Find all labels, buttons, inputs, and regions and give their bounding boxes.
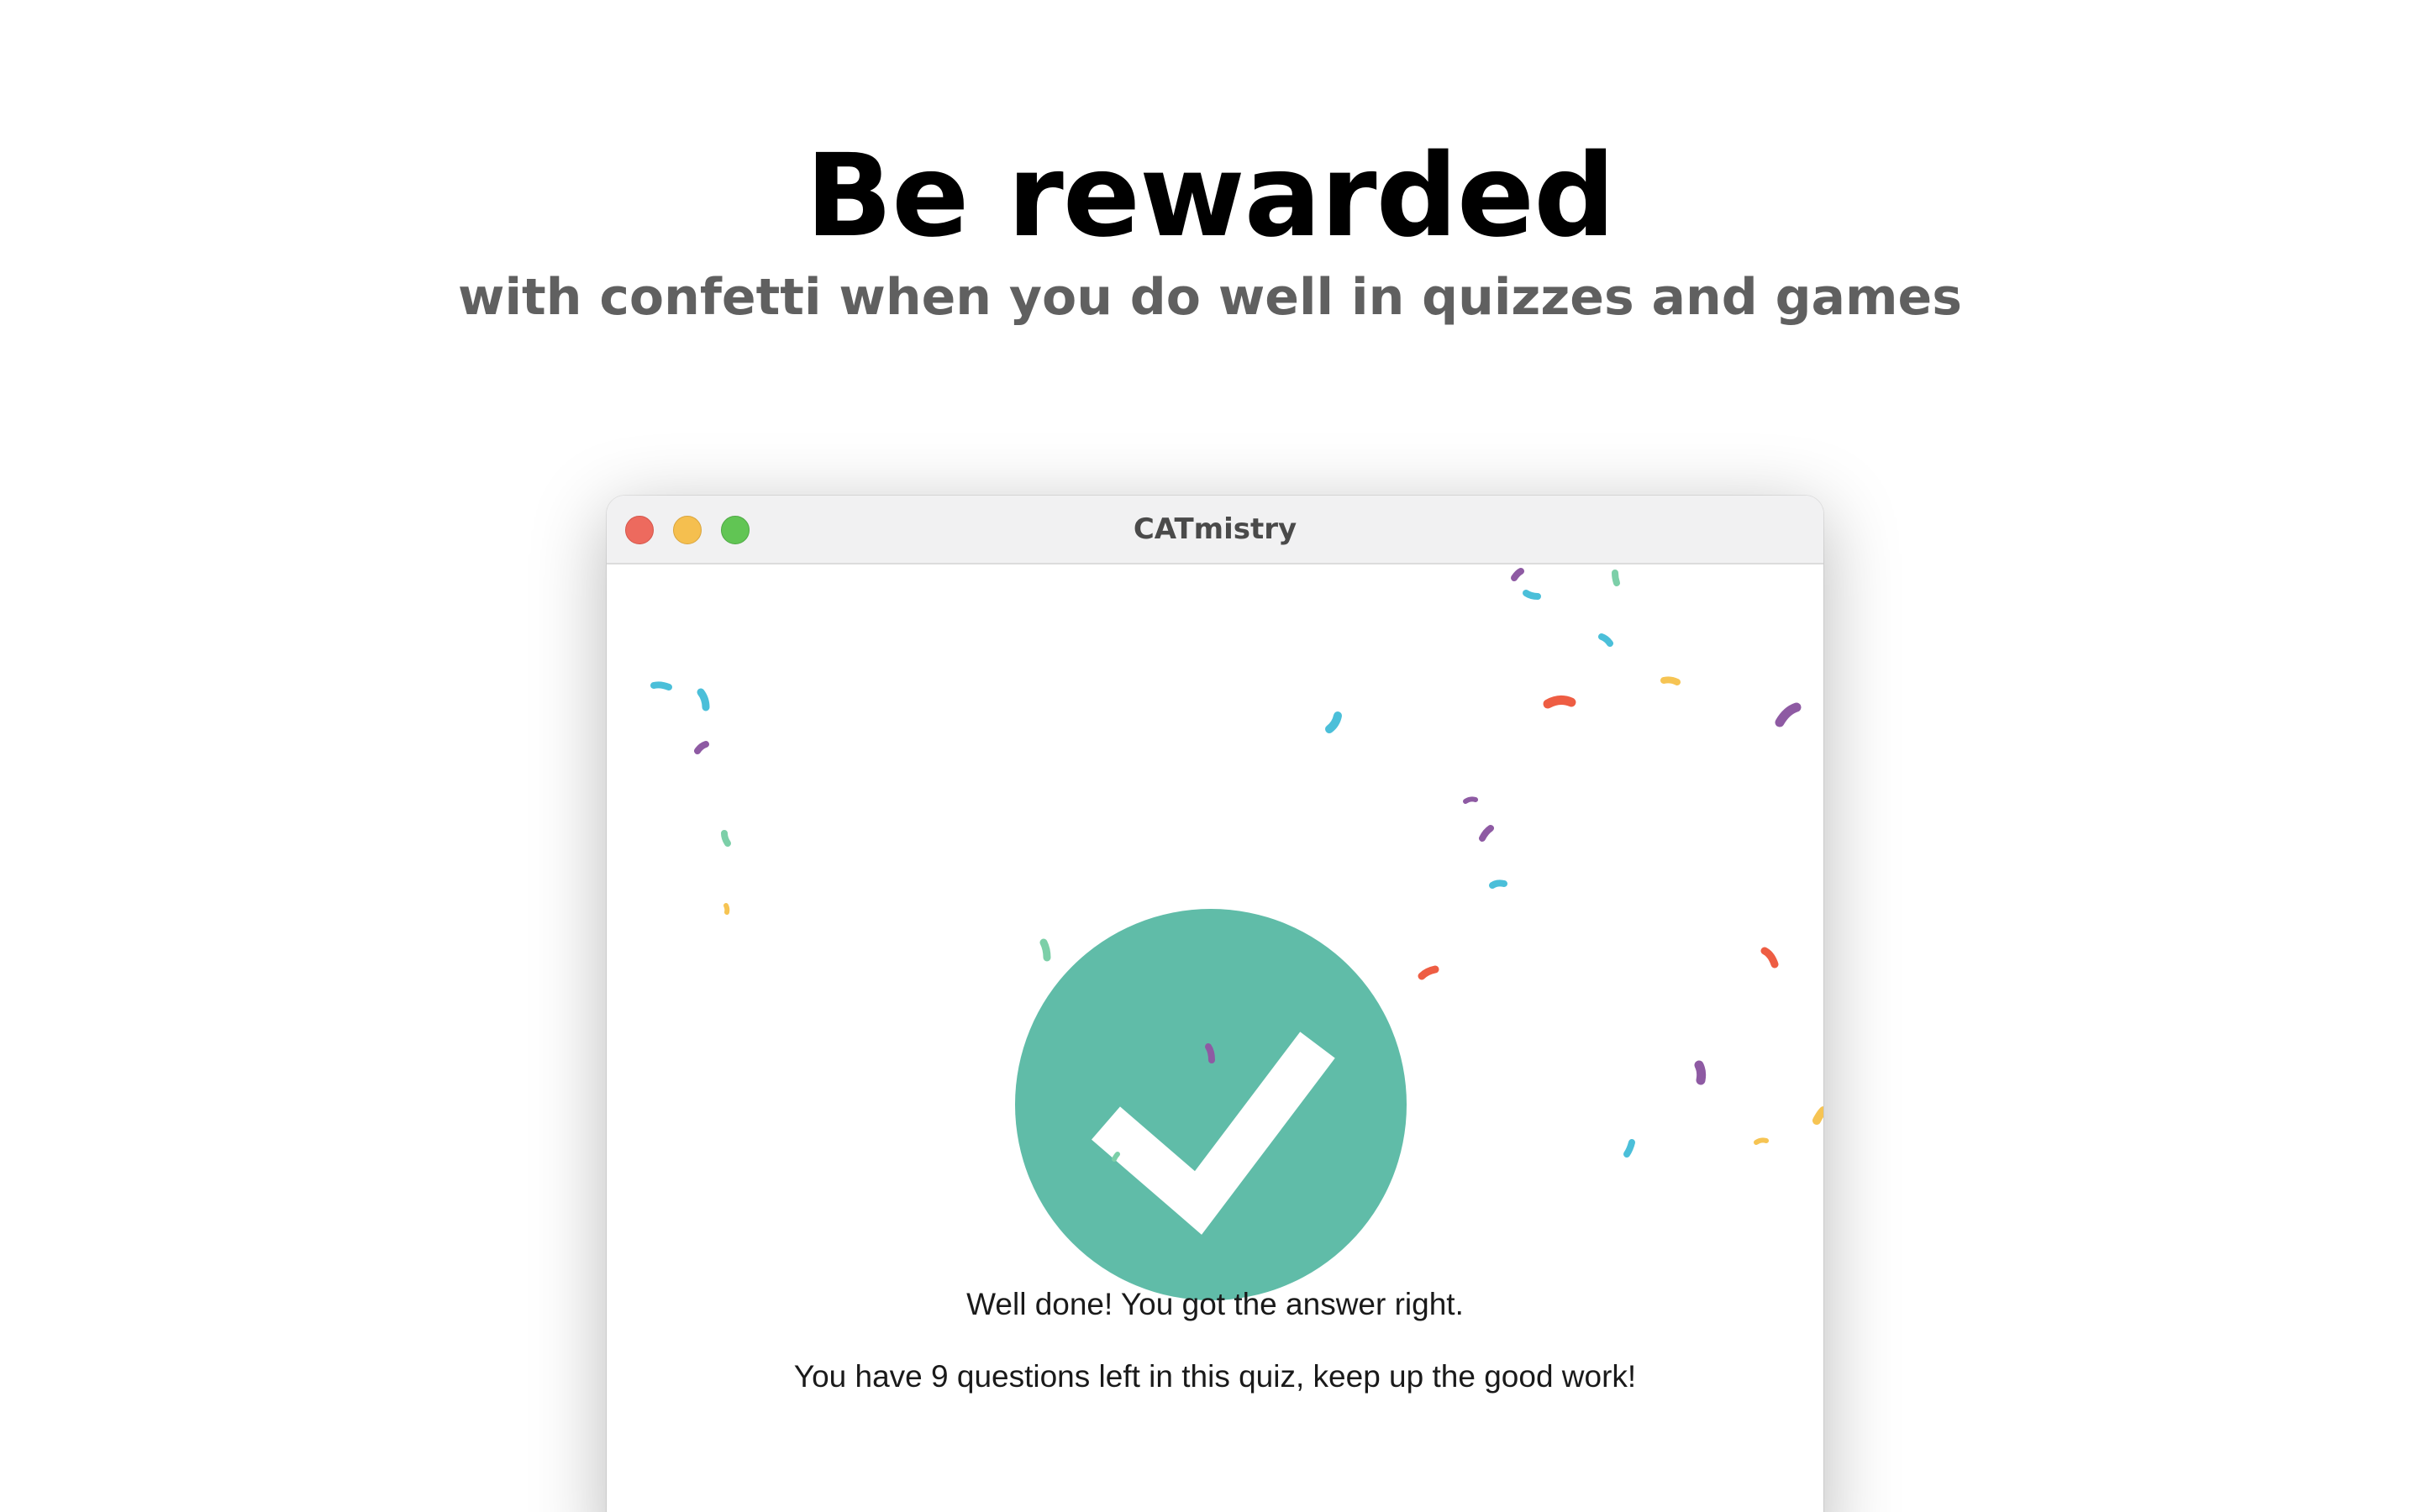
confetti-piece (1418, 965, 1439, 980)
confetti-piece (697, 688, 710, 711)
checkmark-circle-icon (1015, 909, 1407, 1300)
confetti-piece (1660, 676, 1681, 685)
window-titlebar[interactable]: CATmistry (607, 496, 1823, 564)
confetti-piece (1543, 695, 1576, 709)
app-window: CATmistry Well done! You got the answer … (607, 496, 1823, 1512)
confetti-piece (1511, 568, 1524, 581)
confetti-piece (650, 681, 672, 690)
confetti-piece (1479, 825, 1494, 842)
confetti-piece (1760, 947, 1779, 969)
subheadline: with confetti when you do well in quizze… (458, 268, 1962, 327)
progress-message: You have 9 questions left in this quiz, … (793, 1359, 1637, 1394)
confetti-piece (1623, 1139, 1635, 1158)
confetti-piece (1754, 1137, 1769, 1145)
confetti-piece (1598, 633, 1613, 647)
window-content: Well done! You got the answer right. You… (607, 564, 1823, 1512)
result-message: Well done! You got the answer right. (966, 1287, 1464, 1321)
confetti-piece (723, 903, 730, 915)
confetti-piece (1775, 702, 1802, 727)
confetti-piece (1612, 570, 1620, 586)
confetti-piece (1694, 1060, 1707, 1085)
confetti-piece (1325, 711, 1342, 733)
confetti-piece (1463, 796, 1478, 804)
confetti-piece (1523, 590, 1541, 600)
promo-page: Be rewarded with confetti when you do we… (0, 0, 2420, 1512)
confetti-piece (1489, 879, 1507, 889)
confetti-piece (694, 741, 709, 754)
window-title: CATmistry (1133, 512, 1297, 546)
checkmark-circle-background (1015, 909, 1407, 1300)
headline: Be rewarded (805, 130, 1616, 263)
confetti-piece (721, 830, 731, 847)
confetti-piece (1812, 1106, 1823, 1125)
